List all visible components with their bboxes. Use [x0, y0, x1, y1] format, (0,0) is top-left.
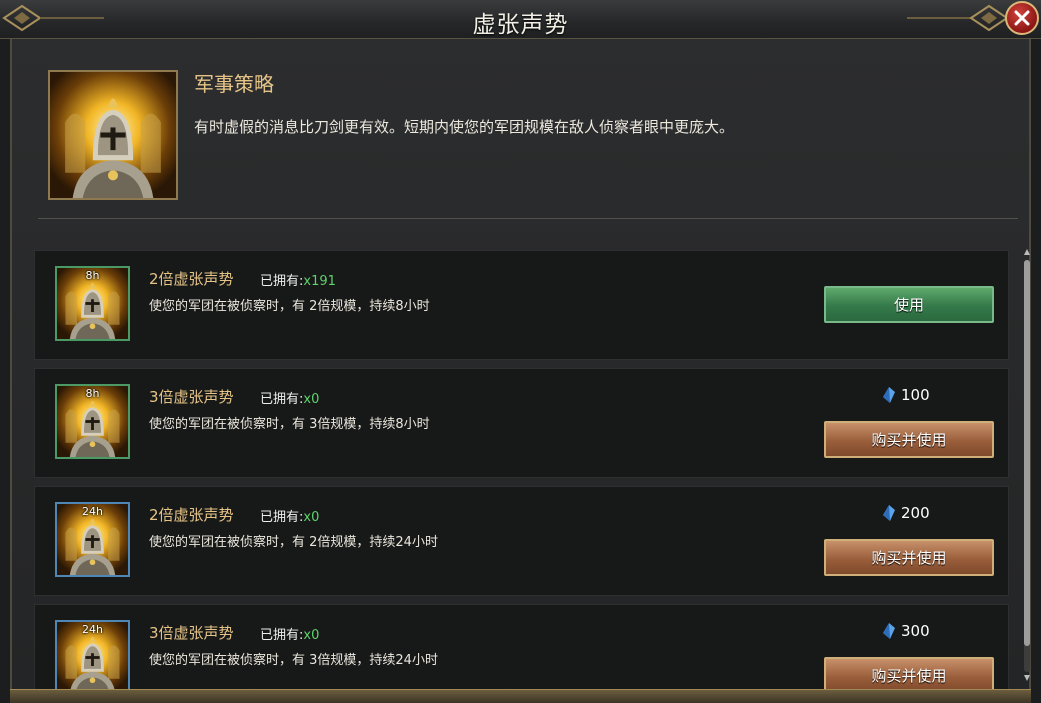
duration-label: 8h	[85, 269, 100, 282]
buy-and-use-button[interactable]: 购买并使用	[824, 657, 994, 689]
item-description: 使您的军团在被侦察时，有 2倍规模，持续24小时	[149, 535, 438, 550]
owned-count: x0	[303, 392, 320, 407]
use-button[interactable]: 使用	[824, 286, 994, 323]
item-name: 2倍虚张声势	[149, 506, 234, 524]
title-bar: 虚张声势	[0, 0, 1041, 39]
item-description: 使您的军团在被侦察时，有 2倍规模，持续8小时	[149, 299, 430, 314]
item-description: 使您的军团在被侦察时，有 3倍规模，持续24小时	[149, 653, 438, 668]
ornament-right-icon	[907, 4, 1009, 32]
owned-count: x0	[303, 510, 320, 525]
owned-count: x0	[303, 628, 320, 643]
owned-label: 已拥有:x0	[260, 510, 320, 525]
close-icon	[1014, 10, 1030, 26]
close-button[interactable]	[1005, 1, 1039, 35]
knight-icon: 8h	[55, 384, 130, 459]
list-item: 8h 3倍虚张声势 已拥有:x0 使您的军团在被侦察时，有 3倍规模，持续8小时…	[34, 368, 1009, 478]
divider	[38, 218, 1018, 219]
price-value: 200	[901, 504, 930, 522]
price: 300	[883, 622, 930, 640]
list-item: 24h 3倍虚张声势 已拥有:x0 使您的军团在被侦察时，有 3倍规模，持续24…	[34, 604, 1009, 689]
bottom-frame	[10, 689, 1031, 703]
golden-knight-icon	[48, 70, 178, 200]
owned-label: 已拥有:x191	[260, 274, 336, 289]
item-name: 3倍虚张声势	[149, 388, 234, 406]
header-description: 有时虚假的消息比刀剑更有效。短期内使您的军团规模在敌人侦察者眼中更庞大。	[194, 118, 735, 136]
gem-icon	[883, 387, 895, 403]
header-title: 军事策略	[194, 72, 274, 96]
gem-icon	[883, 623, 895, 639]
price-value: 300	[901, 622, 930, 640]
scrollbar[interactable]	[1022, 248, 1032, 684]
item-description: 使您的军团在被侦察时，有 3倍规模，持续8小时	[149, 417, 430, 432]
price: 100	[883, 386, 930, 404]
item-list[interactable]: 8h 2倍虚张声势 已拥有:x191 使您的军团在被侦察时，有 2倍规模，持续8…	[34, 250, 1009, 689]
knight-icon: 24h	[55, 620, 130, 689]
price-value: 100	[901, 386, 930, 404]
item-name: 3倍虚张声势	[149, 624, 234, 642]
window-title: 虚张声势	[472, 12, 569, 38]
duration-label: 8h	[85, 387, 100, 400]
list-item: 8h 2倍虚张声势 已拥有:x191 使您的军团在被侦察时，有 2倍规模，持续8…	[34, 250, 1009, 360]
owned-label: 已拥有:x0	[260, 392, 320, 407]
duration-label: 24h	[82, 623, 103, 636]
buy-and-use-button[interactable]: 购买并使用	[824, 421, 994, 458]
owned-count: x191	[303, 274, 336, 289]
knight-icon: 24h	[55, 502, 130, 577]
item-name: 2倍虚张声势	[149, 270, 234, 288]
gem-icon	[883, 505, 895, 521]
scroll-thumb[interactable]	[1024, 260, 1030, 646]
scroll-up-icon[interactable]	[1023, 248, 1031, 256]
scroll-down-icon[interactable]	[1023, 674, 1031, 682]
knight-icon: 8h	[55, 266, 130, 341]
owned-label: 已拥有:x0	[260, 628, 320, 643]
list-item: 24h 2倍虚张声势 已拥有:x0 使您的军团在被侦察时，有 2倍规模，持续24…	[34, 486, 1009, 596]
duration-label: 24h	[82, 505, 103, 518]
price: 200	[883, 504, 930, 522]
buy-and-use-button[interactable]: 购买并使用	[824, 539, 994, 576]
